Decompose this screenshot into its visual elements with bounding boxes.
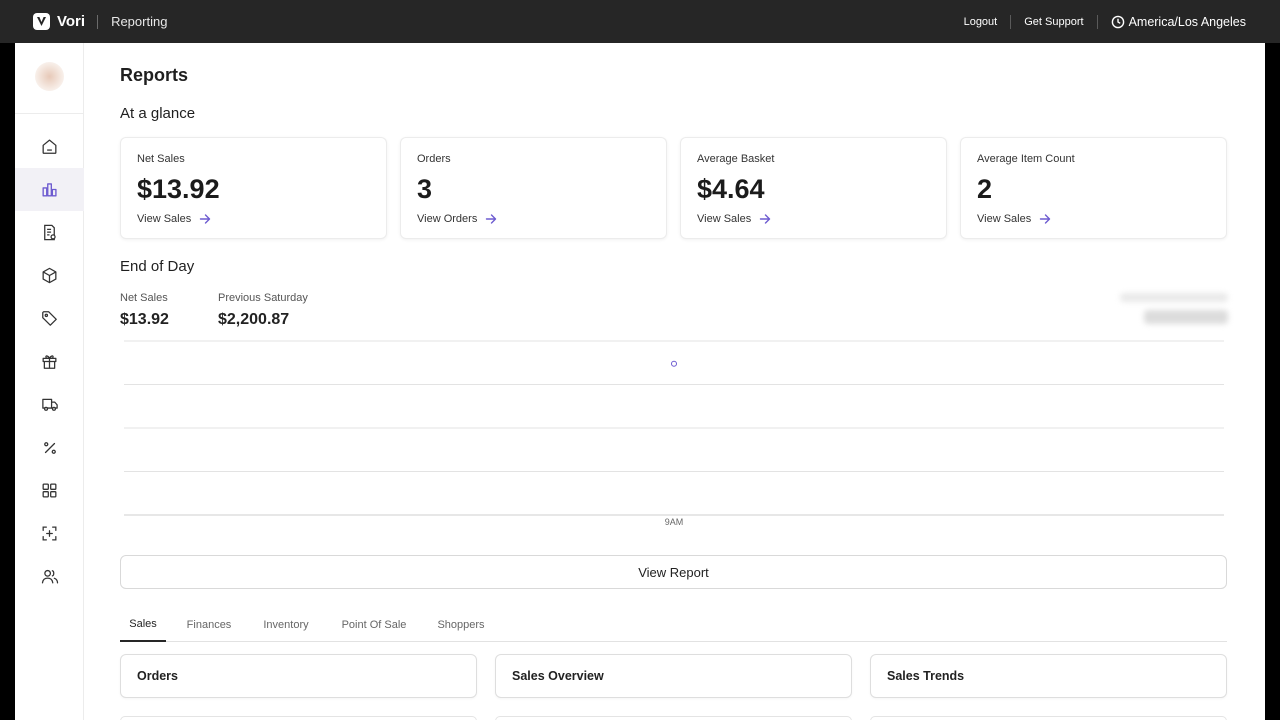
- card-link-label: View Sales: [697, 213, 752, 225]
- report-card[interactable]: [870, 716, 1227, 720]
- at-a-glance-heading: At a glance: [120, 105, 196, 122]
- eod-previous-value: $2,200.87: [218, 311, 290, 328]
- top-divider: [1096, 14, 1098, 29]
- sidebar-item-pricing[interactable]: [15, 297, 84, 340]
- report-card-sales-overview[interactable]: Sales Overview: [495, 654, 852, 698]
- clock-icon: [1111, 15, 1124, 28]
- sidebar-item-reports[interactable]: [15, 168, 84, 211]
- sidebar-item-invoices[interactable]: [15, 211, 84, 254]
- percent-icon: [43, 441, 56, 454]
- timezone-selector[interactable]: America/Los Angeles: [1111, 15, 1246, 29]
- tab-sales[interactable]: Sales: [120, 608, 166, 642]
- app-name: Reporting: [111, 14, 168, 29]
- card-label: Orders: [417, 153, 451, 165]
- view-orders-link[interactable]: View Orders: [417, 213, 497, 225]
- sidebar: [15, 43, 84, 720]
- truck-icon: [41, 398, 58, 411]
- home-icon: [42, 139, 57, 154]
- net-sales-card: Net Sales $13.92 View Sales: [120, 137, 387, 239]
- card-value: 3: [417, 174, 433, 204]
- bar-chart-icon: [42, 183, 57, 197]
- arrow-right-icon: [486, 214, 497, 224]
- card-value: $4.64: [697, 174, 765, 204]
- arrow-right-icon: [760, 214, 771, 224]
- users-icon: [41, 569, 58, 584]
- top-bar: Vori Reporting Logout Get Support Americ…: [0, 0, 1280, 43]
- average-basket-card: Average Basket $4.64 View Sales: [680, 137, 947, 239]
- vori-logo-icon: [33, 13, 50, 30]
- sidebar-item-promotions[interactable]: [15, 426, 84, 469]
- view-sales-link[interactable]: View Sales: [137, 213, 211, 225]
- arrow-right-icon: [200, 214, 211, 224]
- tab-point-of-sale[interactable]: Point Of Sale: [336, 608, 412, 642]
- end-of-day-heading: End of Day: [120, 258, 195, 275]
- page-title: Reports: [120, 65, 189, 85]
- blurred-info: [1120, 293, 1228, 302]
- logout-link[interactable]: Logout: [964, 16, 998, 28]
- card-value: $13.92: [137, 174, 220, 204]
- chart-data-point[interactable]: [671, 360, 677, 367]
- report-card-title: Sales Overview: [512, 669, 604, 683]
- blurred-info: [1144, 310, 1228, 324]
- store-avatar[interactable]: [35, 62, 64, 91]
- box-icon: [42, 267, 57, 284]
- eod-net-sales-label: Net Sales: [120, 292, 168, 304]
- sidebar-item-home[interactable]: [15, 125, 84, 168]
- report-card-sales-trends[interactable]: Sales Trends: [870, 654, 1227, 698]
- top-divider: [1010, 14, 1012, 29]
- eod-net-sales-value: $13.92: [120, 311, 169, 328]
- invoice-icon: [44, 224, 56, 241]
- main-content: Reports At a glance Net Sales $13.92 Vie…: [84, 43, 1265, 720]
- sidebar-item-users[interactable]: [15, 555, 84, 598]
- eod-previous-label: Previous Saturday: [218, 292, 308, 304]
- card-label: Average Basket: [697, 153, 775, 165]
- average-item-count-card: Average Item Count 2 View Sales: [960, 137, 1227, 239]
- view-report-button[interactable]: View Report: [120, 555, 1227, 589]
- arrow-right-icon: [1040, 214, 1051, 224]
- sidebar-item-products[interactable]: [15, 254, 84, 297]
- report-tabs: Sales Finances Inventory Point Of Sale S…: [120, 608, 1227, 642]
- card-value: 2: [977, 174, 993, 204]
- sidebar-item-scan[interactable]: [15, 512, 84, 555]
- brand[interactable]: Vori: [33, 13, 85, 30]
- sidebar-divider: [15, 113, 84, 114]
- grid-icon: [42, 483, 57, 498]
- report-card[interactable]: [120, 716, 477, 720]
- sidebar-item-apps[interactable]: [15, 469, 84, 512]
- card-label: Average Item Count: [977, 153, 1075, 165]
- tab-shoppers[interactable]: Shoppers: [432, 608, 490, 642]
- card-link-label: View Orders: [417, 213, 478, 225]
- end-of-day-chart: 9AM: [124, 340, 1224, 527]
- report-card[interactable]: [495, 716, 852, 720]
- view-sales-link[interactable]: View Sales: [697, 213, 771, 225]
- brand-name: Vori: [57, 13, 86, 30]
- tab-inventory[interactable]: Inventory: [258, 608, 314, 642]
- orders-card: Orders 3 View Orders: [400, 137, 667, 239]
- card-link-label: View Sales: [977, 213, 1032, 225]
- x-tick-label: 9AM: [665, 517, 684, 527]
- scan-icon: [42, 526, 57, 541]
- sidebar-item-delivery[interactable]: [15, 383, 84, 426]
- get-support-link[interactable]: Get Support: [1024, 16, 1083, 28]
- report-card-title: Orders: [137, 669, 178, 683]
- card-label: Net Sales: [137, 153, 185, 165]
- app-frame: Reports At a glance Net Sales $13.92 Vie…: [15, 43, 1265, 720]
- brand-divider: [97, 14, 99, 29]
- report-card-orders[interactable]: Orders: [120, 654, 477, 698]
- card-link-label: View Sales: [137, 213, 192, 225]
- sidebar-item-gift-cards[interactable]: [15, 340, 84, 383]
- view-sales-link[interactable]: View Sales: [977, 213, 1051, 225]
- tag-icon: [42, 311, 57, 326]
- timezone-label: America/Los Angeles: [1128, 14, 1246, 29]
- report-card-title: Sales Trends: [887, 669, 965, 683]
- gift-icon: [42, 355, 57, 369]
- tab-finances[interactable]: Finances: [182, 608, 236, 642]
